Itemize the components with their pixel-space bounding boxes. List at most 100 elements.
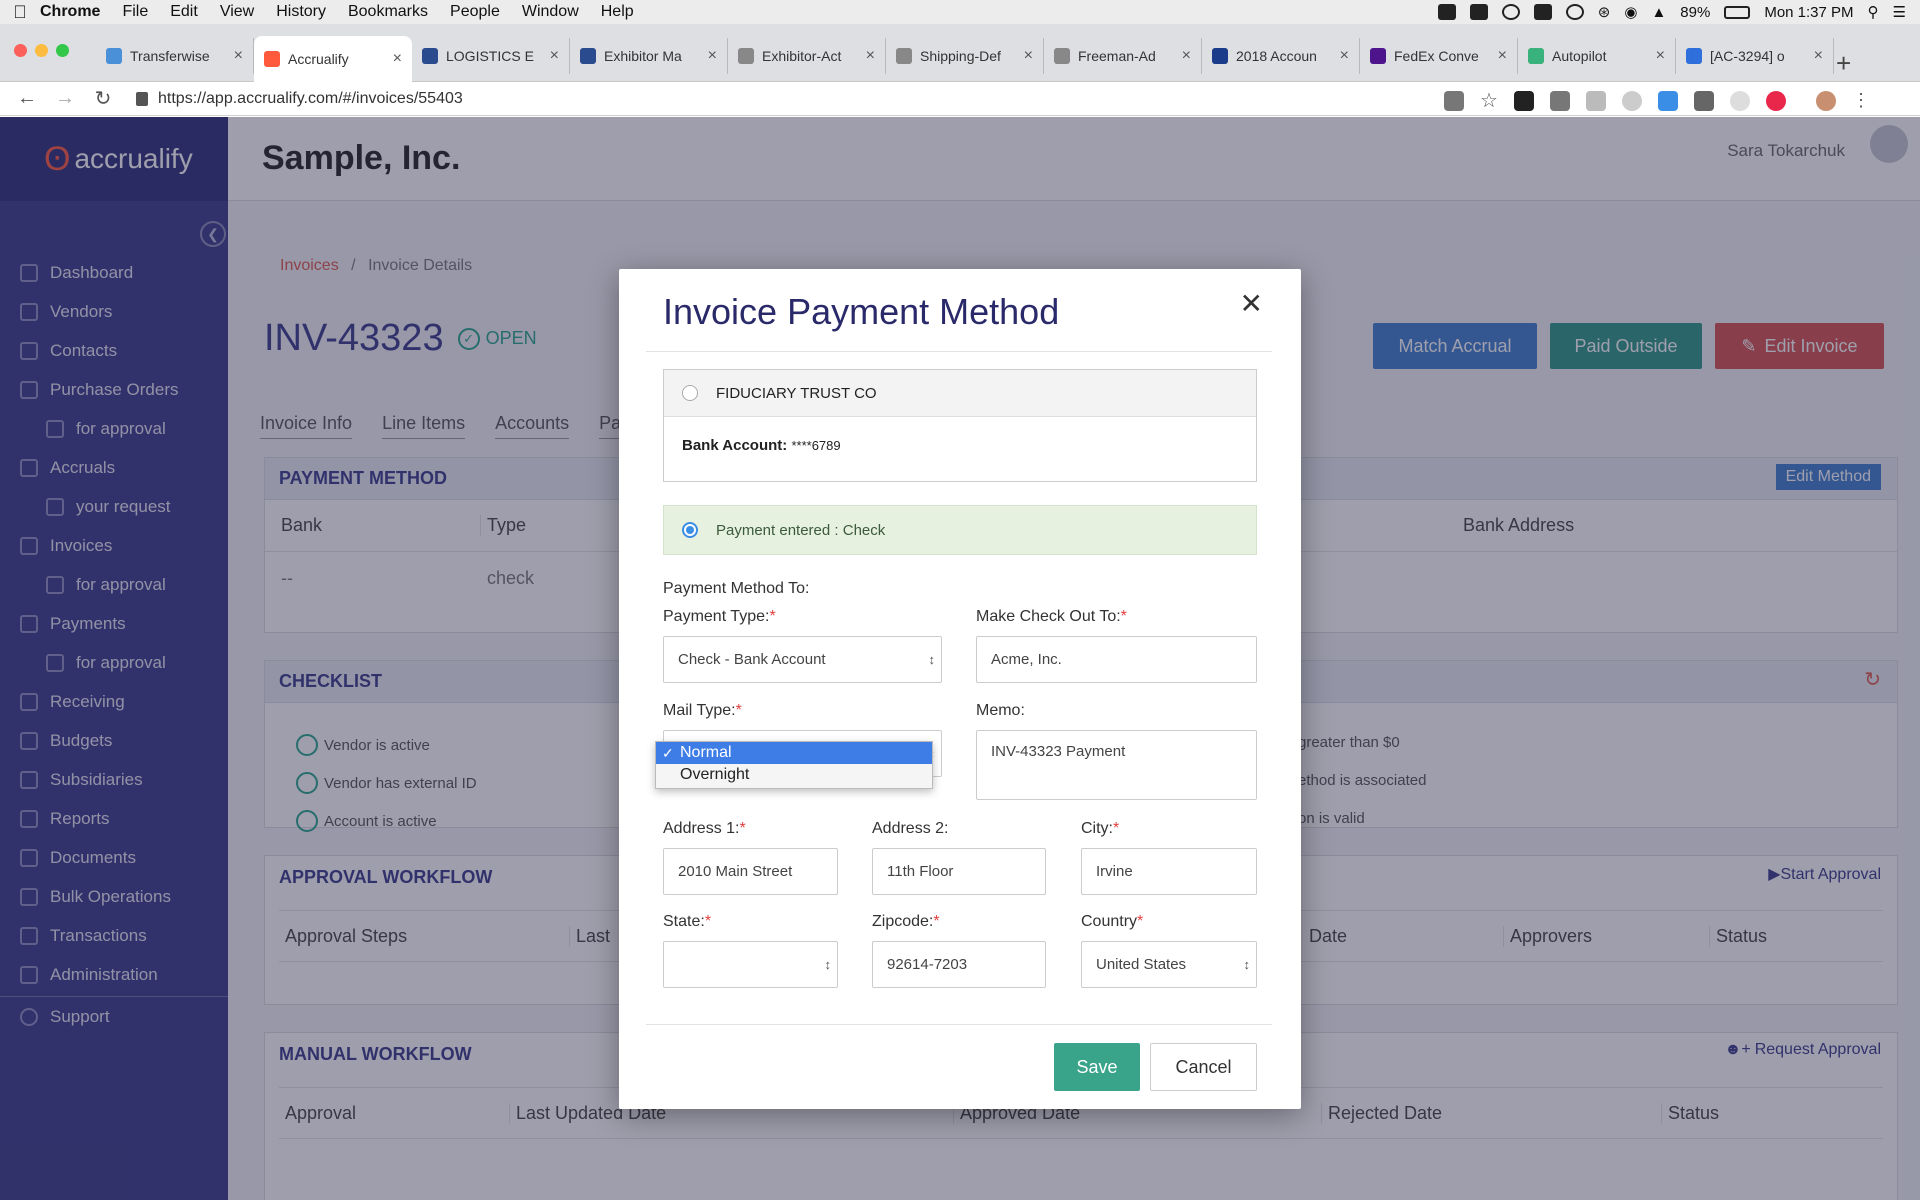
zipcode-label: Zipcode:* [872, 913, 940, 931]
city-label: City:* [1081, 820, 1119, 838]
volume-icon[interactable]: ▲ [1651, 4, 1666, 21]
bank-option-header: FIDUCIARY TRUST CO [664, 370, 1256, 417]
country-select[interactable]: United States [1081, 941, 1257, 988]
required-marker: * [739, 820, 746, 837]
browser-tab[interactable]: Accrualify × [254, 36, 412, 82]
tab-favicon-icon [1212, 48, 1228, 64]
airplay-icon[interactable] [1565, 4, 1584, 20]
extension-owl-icon[interactable] [1513, 90, 1534, 111]
payment-type-label: Payment Type:* [663, 608, 776, 626]
adobe-icon[interactable] [1469, 4, 1488, 20]
menu-help[interactable]: Help [601, 3, 634, 21]
tab-close-icon[interactable]: × [1498, 47, 1507, 65]
bank-account-value: ****6789 [791, 438, 841, 453]
address1-input[interactable]: 2010 Main Street [663, 848, 838, 895]
browser-tab[interactable]: Exhibitor-Act × [728, 38, 886, 74]
check-out-to-label: Make Check Out To:* [976, 608, 1127, 626]
save-button[interactable]: Save [1054, 1043, 1140, 1091]
extension-help-icon[interactable] [1549, 90, 1570, 111]
clock[interactable]: Mon 1:37 PM [1764, 4, 1853, 21]
payment-entered-radio[interactable] [682, 522, 698, 538]
tab-close-icon[interactable]: × [550, 47, 559, 65]
browser-tab[interactable]: FedEx Conve × [1360, 38, 1518, 74]
menu-bookmarks[interactable]: Bookmarks [348, 3, 428, 21]
bank-radio[interactable] [682, 385, 698, 401]
extension-circle-icon[interactable] [1621, 90, 1642, 111]
zipcode-input[interactable]: 92614-7203 [872, 941, 1046, 988]
state-select[interactable] [663, 941, 838, 988]
browser-tab[interactable]: Autopilot × [1518, 38, 1676, 74]
tab-close-icon[interactable]: × [708, 47, 717, 65]
check-out-to-input[interactable]: Acme, Inc. [976, 636, 1257, 683]
spotlight-search-icon[interactable]: ⚲ [1868, 3, 1879, 21]
extension-dollar-icon[interactable] [1729, 90, 1750, 111]
mail-type-option-overnight[interactable]: Overnight [656, 764, 932, 786]
extension-red-icon[interactable] [1765, 90, 1786, 111]
required-marker: * [1137, 913, 1144, 930]
browser-tab[interactable]: [AC-3294] o × [1676, 38, 1834, 74]
extension-wave-icon[interactable] [1657, 90, 1678, 111]
tab-title: FedEx Conve [1394, 48, 1479, 64]
tab-title: Shipping-Def [920, 48, 1001, 64]
bookmark-star-icon[interactable]: ☆ [1480, 88, 1498, 113]
maximize-window-icon[interactable] [56, 44, 69, 57]
tab-close-icon[interactable]: × [1340, 47, 1349, 65]
new-tab-icon[interactable]: + [1836, 48, 1851, 79]
tab-close-icon[interactable]: × [1024, 47, 1033, 65]
browser-tab[interactable]: Shipping-Def × [886, 38, 1044, 74]
tab-close-icon[interactable]: × [393, 50, 402, 68]
menu-app-name[interactable]: Chrome [40, 3, 100, 21]
browser-tab[interactable]: LOGISTICS E × [412, 38, 570, 74]
memo-textarea[interactable]: INV-43323 Payment [976, 730, 1257, 800]
check-circle-icon[interactable] [1501, 4, 1520, 20]
payment-type-select[interactable]: Check - Bank Account [663, 636, 942, 683]
tab-close-icon[interactable]: × [1182, 47, 1191, 65]
minimize-window-icon[interactable] [35, 44, 48, 57]
tab-close-icon[interactable]: × [1814, 47, 1823, 65]
close-window-icon[interactable] [14, 44, 27, 57]
state-label-text: State: [663, 913, 705, 930]
city-input[interactable]: Irvine [1081, 848, 1257, 895]
bank-account-line: Bank Account: ****6789 [664, 417, 1256, 454]
bluetooth-icon[interactable]: ⊛ [1598, 3, 1611, 21]
macos-menubar:  Chrome File Edit View History Bookmark… [0, 0, 1920, 24]
close-icon[interactable]: ✕ [1240, 287, 1263, 320]
browser-tab[interactable]: Freeman-Ad × [1044, 38, 1202, 74]
address2-input[interactable]: 11th Floor [872, 848, 1046, 895]
browser-tab[interactable]: Exhibitor Ma × [570, 38, 728, 74]
wifi-icon[interactable]: ◉ [1624, 3, 1637, 21]
menu-file[interactable]: File [122, 3, 148, 21]
key-icon[interactable] [1444, 90, 1464, 111]
extension-c-icon[interactable] [1585, 90, 1606, 111]
app-c-icon[interactable] [1533, 4, 1552, 20]
menu-edit[interactable]: Edit [170, 3, 198, 21]
reload-icon[interactable]: ↻ [92, 86, 114, 111]
profile-avatar[interactable] [1815, 90, 1836, 111]
forward-icon[interactable]: → [54, 87, 76, 110]
menu-history[interactable]: History [276, 3, 326, 21]
payment-entered-option[interactable]: Payment entered : Check [663, 505, 1257, 555]
chrome-menu-icon[interactable]: ⋮ [1852, 90, 1870, 111]
browser-tab[interactable]: Transferwise × [96, 38, 254, 74]
apple-menu-icon[interactable]:  [0, 2, 40, 23]
extension-pin-icon[interactable] [1693, 90, 1714, 111]
back-icon[interactable]: ← [16, 87, 38, 110]
tab-favicon-icon [422, 48, 438, 64]
bank-account-option[interactable]: FIDUCIARY TRUST CO Bank Account: ****678… [663, 369, 1257, 482]
tab-close-icon[interactable]: × [1656, 47, 1665, 65]
menu-window[interactable]: Window [522, 3, 579, 21]
zipcode-label-text: Zipcode: [872, 913, 934, 930]
mail-type-option-normal[interactable]: Normal [656, 742, 932, 764]
tab-close-icon[interactable]: × [866, 47, 875, 65]
address-bar[interactable]: https://app.accrualify.com/#/invoices/55… [128, 85, 1516, 113]
notification-center-icon[interactable]: ☰ [1893, 3, 1906, 21]
required-marker: * [769, 608, 776, 625]
menu-people[interactable]: People [450, 3, 500, 21]
menu-view[interactable]: View [220, 3, 254, 21]
battery-icon[interactable] [1724, 5, 1751, 19]
tab-close-icon[interactable]: × [234, 47, 243, 65]
creative-cloud-icon[interactable] [1437, 4, 1456, 20]
tab-title: Exhibitor Ma [604, 48, 682, 64]
cancel-button[interactable]: Cancel [1150, 1043, 1257, 1091]
browser-tab[interactable]: 2018 Accoun × [1202, 38, 1360, 74]
